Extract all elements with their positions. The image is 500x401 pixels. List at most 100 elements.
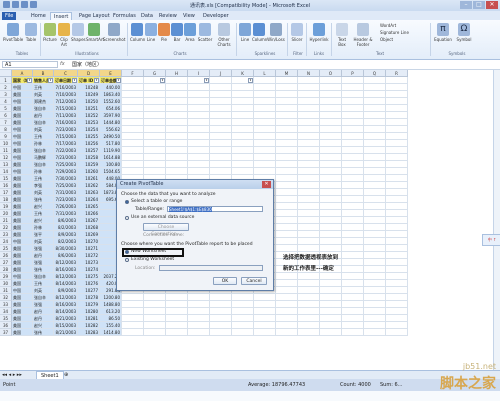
table-cell[interactable]: 张伟 <box>33 196 54 203</box>
empty-cell[interactable] <box>364 140 386 147</box>
empty-cell[interactable] <box>386 266 408 273</box>
empty-cell[interactable] <box>122 329 144 336</box>
empty-cell[interactable] <box>342 252 364 259</box>
empty-cell[interactable] <box>166 168 188 175</box>
table-cell[interactable]: 王伟 <box>33 210 54 217</box>
table-cell[interactable]: 10252 <box>78 112 100 119</box>
empty-cell[interactable] <box>210 161 232 168</box>
empty-cell[interactable] <box>386 140 408 147</box>
sparkline-column-button[interactable]: Column <box>252 23 267 42</box>
empty-cell[interactable] <box>386 280 408 287</box>
table-cell[interactable]: 8/16/2003 <box>54 266 78 273</box>
tab-home[interactable]: Home <box>28 12 49 20</box>
empty-cell[interactable] <box>144 154 166 161</box>
empty-cell[interactable] <box>188 84 210 91</box>
empty-cell[interactable] <box>254 140 276 147</box>
table-cell[interactable]: 美国 <box>12 217 33 224</box>
table-cell[interactable]: 8/12/2003 <box>54 273 78 280</box>
row-header[interactable]: 12 <box>0 154 12 161</box>
tab-data[interactable]: Data <box>138 12 156 20</box>
equation-button[interactable]: π Equation <box>433 23 453 42</box>
tab-page-layout[interactable]: Page Layout <box>76 12 113 20</box>
empty-cell[interactable] <box>342 294 364 301</box>
empty-cell[interactable] <box>144 112 166 119</box>
empty-cell[interactable] <box>386 238 408 245</box>
empty-cell[interactable] <box>188 91 210 98</box>
row-header[interactable]: 15 <box>0 175 12 182</box>
empty-cell[interactable] <box>276 287 298 294</box>
table-cell[interactable]: 86.50 <box>100 315 122 322</box>
empty-cell[interactable] <box>232 301 254 308</box>
empty-cell[interactable] <box>144 294 166 301</box>
empty-cell[interactable] <box>298 210 320 217</box>
empty-cell[interactable] <box>342 280 364 287</box>
table-cell[interactable]: 王伟 <box>33 280 54 287</box>
empty-cell[interactable] <box>122 98 144 105</box>
table-cell[interactable]: 10274 <box>78 266 100 273</box>
empty-cell[interactable] <box>342 147 364 154</box>
empty-cell[interactable] <box>232 112 254 119</box>
empty-cell[interactable] <box>122 308 144 315</box>
empty-cell[interactable] <box>342 105 364 112</box>
row-header[interactable]: 31 <box>0 287 12 294</box>
empty-cell[interactable] <box>320 301 342 308</box>
empty-cell[interactable] <box>254 91 276 98</box>
empty-cell[interactable] <box>254 294 276 301</box>
empty-cell[interactable] <box>298 126 320 133</box>
empty-cell[interactable] <box>188 315 210 322</box>
empty-cell[interactable] <box>276 189 298 196</box>
table-cell[interactable]: 8/21/2003 <box>54 315 78 322</box>
empty-cell[interactable] <box>276 322 298 329</box>
table-cell[interactable]: 美国 <box>12 161 33 168</box>
table-cell[interactable]: 8/15/2003 <box>54 322 78 329</box>
table-cell[interactable]: 1614.88 <box>100 154 122 161</box>
empty-cell[interactable] <box>342 91 364 98</box>
table-cell[interactable]: 赵丹 <box>33 315 54 322</box>
empty-cell[interactable] <box>210 77 232 84</box>
empty-cell[interactable] <box>144 301 166 308</box>
row-header[interactable]: 23 <box>0 231 12 238</box>
empty-cell[interactable] <box>254 126 276 133</box>
filter-dropdown-icon[interactable]: ▾ <box>27 78 32 83</box>
empty-cell[interactable] <box>298 175 320 182</box>
empty-cell[interactable] <box>364 119 386 126</box>
minimize-button[interactable]: – <box>460 1 472 9</box>
column-header[interactable]: E <box>100 70 122 77</box>
empty-cell[interactable] <box>122 168 144 175</box>
empty-cell[interactable] <box>320 112 342 119</box>
table-cell[interactable]: 10279 <box>78 301 100 308</box>
empty-cell[interactable] <box>320 105 342 112</box>
external-source-radio[interactable] <box>125 216 129 220</box>
empty-cell[interactable] <box>254 329 276 336</box>
table-cell[interactable]: 王伟 <box>33 133 54 140</box>
empty-cell[interactable] <box>364 308 386 315</box>
table-cell[interactable]: 美国 <box>12 245 33 252</box>
empty-cell[interactable] <box>364 252 386 259</box>
table-cell[interactable]: 7/17/2003 <box>54 140 78 147</box>
table-cell[interactable]: 张自辛 <box>33 294 54 301</box>
empty-cell[interactable] <box>122 126 144 133</box>
table-cell[interactable]: 10269 <box>78 231 100 238</box>
empty-cell[interactable] <box>276 133 298 140</box>
empty-cell[interactable] <box>364 224 386 231</box>
table-cell[interactable]: 10273 <box>78 259 100 266</box>
empty-cell[interactable] <box>232 147 254 154</box>
empty-cell[interactable] <box>188 98 210 105</box>
table-cell[interactable]: 10282 <box>78 322 100 329</box>
empty-cell[interactable] <box>386 147 408 154</box>
empty-cell[interactable] <box>342 119 364 126</box>
empty-cell[interactable] <box>298 189 320 196</box>
empty-cell[interactable] <box>254 119 276 126</box>
column-header[interactable]: Q <box>364 70 386 77</box>
column-header[interactable]: A <box>12 70 33 77</box>
empty-cell[interactable] <box>320 322 342 329</box>
empty-cell[interactable] <box>320 133 342 140</box>
row-header[interactable]: 18 <box>0 196 12 203</box>
empty-cell[interactable] <box>320 182 342 189</box>
empty-cell[interactable] <box>364 189 386 196</box>
empty-cell[interactable] <box>232 329 254 336</box>
table-cell[interactable]: 赵丹 <box>33 112 54 119</box>
filter-dropdown-icon[interactable]: ▾ <box>94 78 99 83</box>
empty-cell[interactable] <box>298 182 320 189</box>
empty-cell[interactable] <box>320 273 342 280</box>
